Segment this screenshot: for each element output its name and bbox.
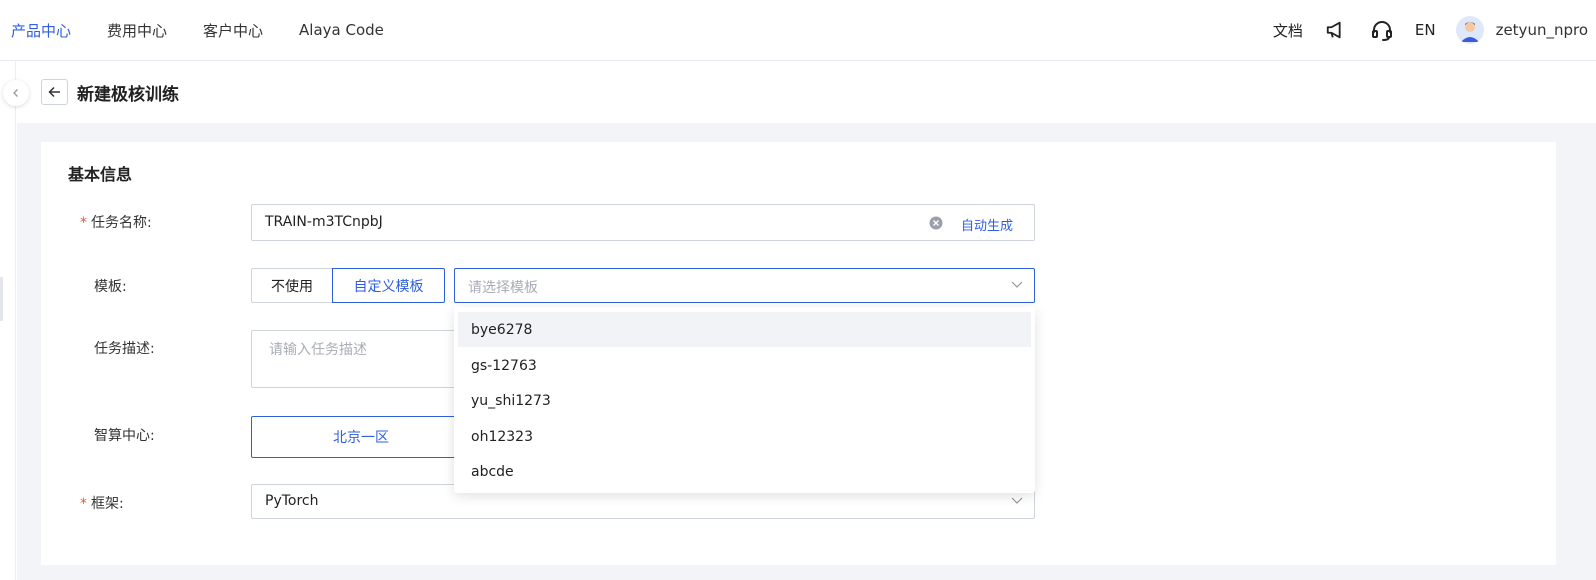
avatar[interactable]: [1455, 16, 1484, 44]
megaphone-icon[interactable]: [1323, 17, 1349, 43]
compute-center-label: 智算中心:: [94, 428, 155, 444]
nav-menu: 产品中心 费用中心 客户中心 Alaya Code: [0, 0, 384, 60]
template-option[interactable]: abcde: [458, 454, 1031, 489]
template-option[interactable]: gs-12763: [458, 348, 1031, 383]
top-navbar: 产品中心 费用中心 客户中心 Alaya Code 文档 EN zetyun_n…: [0, 0, 1596, 61]
required-mark: *: [80, 215, 87, 231]
docs-link[interactable]: 文档: [1273, 20, 1303, 41]
nav-right-tools: 文档 EN zetyun_npro: [1253, 0, 1588, 60]
page-header: 新建极核训练: [17, 61, 1596, 123]
chevron-left-icon: [13, 89, 18, 97]
task-name-input[interactable]: TRAIN-m3TCnpbJ 自动生成: [251, 204, 1035, 241]
description-placeholder: 请输入任务描述: [269, 342, 367, 358]
description-label: 任务描述:: [94, 341, 155, 357]
framework-value: PyTorch: [265, 493, 319, 509]
template-label: 模板:: [94, 279, 127, 295]
template-select[interactable]: 请选择模板: [454, 268, 1035, 303]
nav-item-billing[interactable]: 费用中心: [107, 20, 167, 41]
task-name-value: TRAIN-m3TCnpbJ: [265, 214, 383, 230]
template-option[interactable]: oh12323: [458, 419, 1031, 454]
clear-icon[interactable]: [929, 216, 943, 234]
framework-label: * 框架:: [80, 496, 124, 512]
template-option[interactable]: yu_shi1273: [458, 383, 1031, 418]
arrow-left-icon: [47, 86, 60, 98]
chevron-down-icon: [1011, 497, 1023, 504]
back-button[interactable]: [41, 79, 68, 105]
template-select-placeholder: 请选择模板: [468, 280, 538, 296]
sidebar-indicator: [0, 277, 3, 321]
username[interactable]: zetyun_npro: [1496, 21, 1588, 39]
task-name-label: * 任务名称:: [80, 215, 152, 231]
chevron-down-icon: [1011, 281, 1023, 288]
auto-generate-button[interactable]: 自动生成: [961, 215, 1013, 234]
compute-center-option-beijing-1[interactable]: 北京一区: [251, 416, 471, 458]
page-title: 新建极核训练: [77, 85, 179, 105]
headset-icon[interactable]: [1369, 17, 1395, 43]
template-dropdown: bye6278 gs-12763 yu_shi1273 oh12323 abcd…: [454, 307, 1035, 493]
sidebar-collapsed: [0, 61, 16, 580]
template-option[interactable]: bye6278: [458, 312, 1031, 347]
template-option-custom[interactable]: 自定义模板: [332, 268, 445, 303]
sidebar-expand-button[interactable]: [3, 80, 29, 106]
required-mark: *: [80, 496, 87, 512]
nav-item-alaya-code[interactable]: Alaya Code: [299, 21, 384, 39]
nav-item-products[interactable]: 产品中心: [11, 20, 71, 41]
nav-item-customers[interactable]: 客户中心: [203, 20, 263, 41]
template-option-none[interactable]: 不使用: [251, 268, 333, 303]
section-title: 基本信息: [68, 165, 133, 184]
language-toggle[interactable]: EN: [1415, 21, 1436, 39]
